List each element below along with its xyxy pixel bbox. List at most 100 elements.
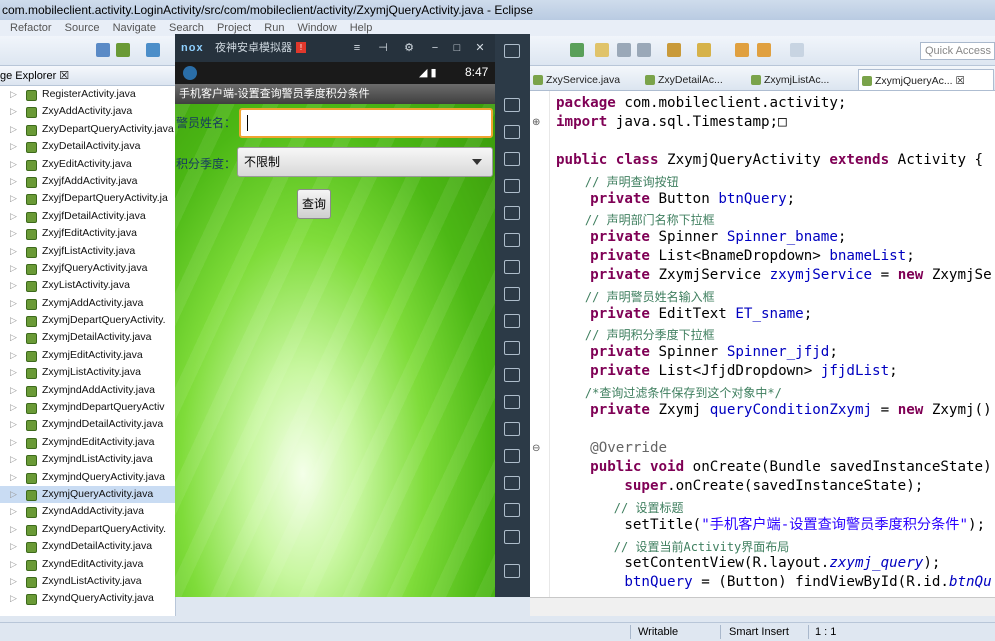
quick-access-input[interactable]: Quick Access [920, 42, 995, 60]
tab-zxymjquery[interactable]: ZxymjQueryAc... ☒ [858, 69, 994, 90]
package-explorer-title[interactable]: ge Explorer ☒ [0, 66, 175, 86]
expand-arrow-icon[interactable]: ▷ [10, 416, 17, 433]
file-tree-item[interactable]: ▷ ZxymjAddActivity.java [0, 295, 175, 312]
file-tree-item[interactable]: ▷ ZxyjfAddActivity.java [0, 173, 175, 190]
fullscreen-icon[interactable] [504, 233, 520, 247]
location-icon[interactable] [504, 179, 520, 193]
more-icon[interactable] [504, 44, 520, 58]
horizontal-scrollbar[interactable] [530, 597, 995, 616]
expand-arrow-icon[interactable]: ▷ [10, 225, 17, 242]
file-tree-item[interactable]: ▷ ZxymjndDepartQueryActiv [0, 399, 175, 416]
expand-arrow-icon[interactable]: ▷ [10, 190, 17, 207]
hand-icon[interactable] [697, 43, 711, 57]
expand-arrow-icon[interactable]: ▷ [10, 103, 17, 120]
expand-arrow-icon[interactable]: ▷ [10, 86, 17, 103]
file-tree-item[interactable]: ▷ ZxymjEditActivity.java [0, 347, 175, 364]
query-button[interactable]: 查询 [297, 189, 331, 219]
file-tree-item[interactable]: ▷ ZxyListActivity.java [0, 277, 175, 294]
expand-arrow-icon[interactable]: ▷ [10, 138, 17, 155]
expand-arrow-icon[interactable]: ▷ [10, 556, 17, 573]
nav-icon[interactable] [790, 43, 804, 57]
volume-up-icon[interactable] [504, 260, 520, 274]
tab-zxydetail[interactable]: ZxyDetailAc... [642, 69, 752, 90]
home-icon[interactable] [504, 530, 520, 544]
file-tree-item[interactable]: ▷ ZxyjfDetailActivity.java [0, 208, 175, 225]
file-tree-item[interactable]: ▷ ZxymjndDetailActivity.java [0, 416, 175, 433]
file-tree-item[interactable]: ▷ ZxyndDepartQueryActivity. [0, 521, 175, 538]
expand-arrow-icon[interactable]: ▷ [10, 329, 17, 346]
pen-icon[interactable] [570, 43, 584, 57]
file-tree-item[interactable]: ▷ ZxymjndAddActivity.java [0, 382, 175, 399]
file-tree-item[interactable]: ▷ ZxyjfDepartQueryActivity.ja [0, 190, 175, 207]
bulb-icon[interactable] [595, 43, 609, 57]
expand-arrow-icon[interactable]: ▷ [10, 364, 17, 381]
expand-arrow-icon[interactable]: ▷ [10, 469, 17, 486]
list-icon[interactable] [504, 449, 520, 463]
settings-icon[interactable]: ⚙ [399, 34, 419, 62]
expand-arrow-icon[interactable]: ▷ [10, 312, 17, 329]
expand-arrow-icon[interactable]: ▷ [10, 277, 17, 294]
expand-arrow-icon[interactable]: ▷ [10, 451, 17, 468]
keyboard-icon[interactable] [504, 125, 520, 139]
file-tree-item[interactable]: ▷ ZxyDepartQueryActivity.java [0, 121, 175, 138]
fold-icon[interactable]: ⊕ [532, 117, 540, 128]
file-tree-item[interactable]: ▷ ZxyndAddActivity.java [0, 503, 175, 520]
expand-arrow-icon[interactable]: ▷ [10, 503, 17, 520]
file-tree-item[interactable]: ▷ ZxyndEditActivity.java [0, 556, 175, 573]
save-icon[interactable] [116, 43, 130, 57]
file-tree-item[interactable]: ▷ ZxymjndEditActivity.java [0, 434, 175, 451]
forward-arrow-icon[interactable] [757, 43, 771, 57]
menu-icon[interactable]: ≡ [347, 34, 367, 62]
file-tree-item[interactable]: ▷ RegisterActivity.java [0, 86, 175, 103]
expand-arrow-icon[interactable]: ▷ [10, 208, 17, 225]
volume-down-icon[interactable] [504, 287, 520, 301]
file-tree-item[interactable]: ▷ ZxyjfListActivity.java [0, 243, 175, 260]
expand-arrow-icon[interactable]: ▷ [10, 156, 17, 173]
file-tree-item[interactable]: ▷ ZxyjfEditActivity.java [0, 225, 175, 242]
alert-badge[interactable]: ! [296, 42, 306, 53]
back-arrow-icon[interactable] [735, 43, 749, 57]
menu-refactor[interactable]: Refactor [10, 20, 52, 36]
file-tree-item[interactable]: ▷ ZxyndQueryActivity.java [0, 590, 175, 607]
expand-arrow-icon[interactable]: ▷ [10, 121, 17, 138]
record-icon[interactable] [504, 395, 520, 409]
screen-icon[interactable] [504, 206, 520, 220]
file-tree-item[interactable]: ▷ ZxymjDepartQueryActivity. [0, 312, 175, 329]
file-tree-item[interactable]: ▷ ZxymjDetailActivity.java [0, 329, 175, 346]
file-tree-item[interactable]: ▷ ZxyAddActivity.java [0, 103, 175, 120]
expand-arrow-icon[interactable]: ▷ [10, 538, 17, 555]
file-tree-item[interactable]: ▷ ZxymjQueryActivity.java [0, 485, 175, 504]
maximize-icon[interactable]: □ [447, 34, 467, 62]
scissors-icon[interactable] [504, 152, 520, 166]
season-spinner[interactable]: 不限制 [237, 147, 493, 177]
annotation-icon[interactable] [667, 43, 681, 57]
expand-arrow-icon[interactable]: ▷ [10, 243, 17, 260]
expand-arrow-icon[interactable]: ▷ [10, 260, 17, 277]
file-tree-item[interactable]: ▷ ZxymjndQueryActivity.java [0, 469, 175, 486]
expand-arrow-icon[interactable]: ▷ [10, 173, 17, 190]
expand-arrow-icon[interactable]: ▷ [10, 573, 17, 590]
file-tree-item[interactable]: ▷ ZxyndListActivity.java [0, 573, 175, 590]
install-apk-icon[interactable] [504, 314, 520, 328]
close-icon[interactable]: ✕ [470, 34, 490, 62]
expand-arrow-icon[interactable]: ▷ [10, 399, 17, 416]
expand-arrow-icon[interactable]: ▷ [10, 434, 17, 451]
file-tree-item[interactable]: ▷ ZxymjndListActivity.java [0, 451, 175, 468]
code-editor[interactable]: ⊕ ⊖ package com.mobileclient.activity; i… [530, 91, 995, 597]
file-tree-item[interactable]: ▷ ZxyndDetailActivity.java [0, 538, 175, 555]
back-icon[interactable] [504, 503, 520, 517]
menu-navigate[interactable]: Navigate [113, 20, 156, 36]
new-icon[interactable] [96, 43, 110, 57]
checkbox-icon[interactable] [146, 43, 160, 57]
expand-arrow-icon[interactable]: ▷ [10, 521, 17, 538]
expand-arrow-icon[interactable]: ▷ [10, 295, 17, 312]
file-tree-item[interactable]: ▷ ZxyjfQueryActivity.java [0, 260, 175, 277]
officer-name-input[interactable] [239, 108, 493, 138]
tab-zxyservice[interactable]: ZxyService.java [530, 69, 650, 90]
tab-zxymjlist[interactable]: ZxymjListAc... [748, 69, 858, 90]
phone-icon[interactable] [504, 98, 520, 112]
menu-source[interactable]: Source [65, 20, 100, 36]
pin-icon[interactable]: ⊣ [373, 34, 393, 62]
format-icon[interactable] [637, 43, 651, 57]
mark-icon[interactable] [617, 43, 631, 57]
